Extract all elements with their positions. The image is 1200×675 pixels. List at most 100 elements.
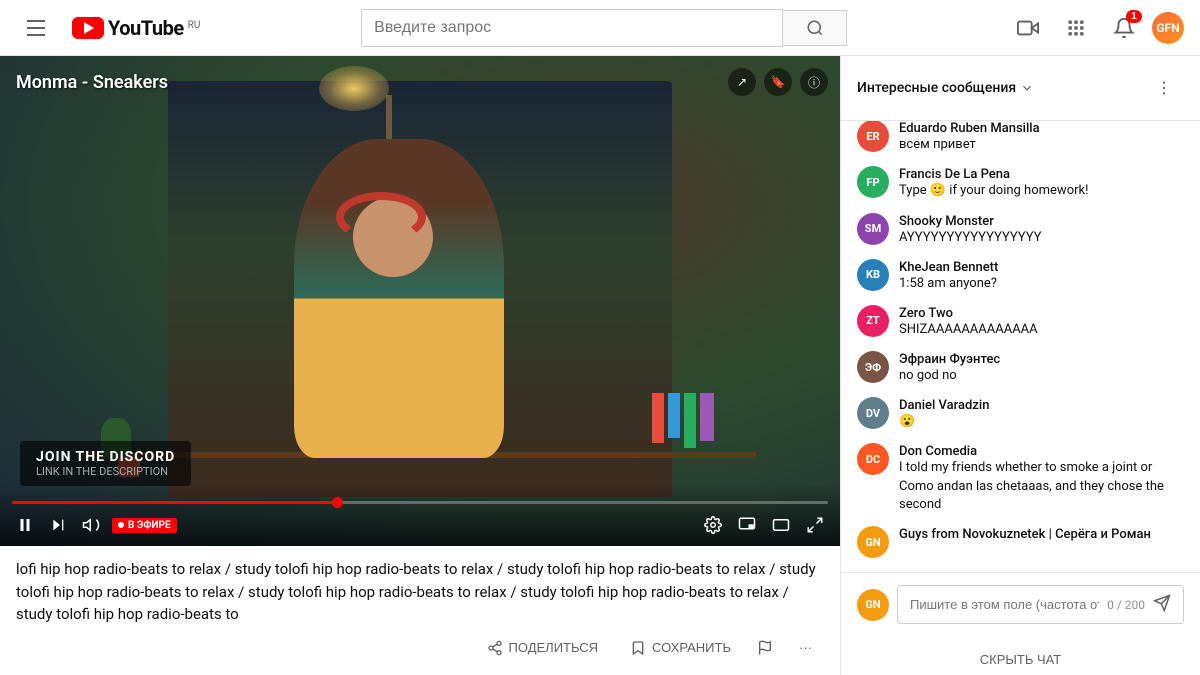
next-button[interactable] (46, 513, 70, 537)
search-icon (806, 19, 824, 37)
more-vertical-icon (1155, 79, 1173, 97)
settings-button[interactable] (700, 512, 726, 538)
flag-button[interactable] (751, 634, 779, 662)
youtube-country-code: RU (188, 20, 201, 31)
external-link-button[interactable]: ↗ (728, 68, 756, 96)
hamburger-icon (19, 12, 53, 44)
discord-banner: JOIN THE DISCORD LINK IN THE DESCRIPTION (20, 441, 191, 486)
discord-subtitle: LINK IN THE DESCRIPTION (36, 465, 175, 478)
share-icon (487, 640, 503, 656)
youtube-logo-text: YouTube (108, 16, 184, 40)
chat-text: SHIZAAAAAAAAAAAAA (899, 321, 1184, 339)
header-left: YouTube RU (16, 8, 200, 48)
chat-text: Type 🙂 if your doing homework! (899, 182, 1184, 200)
youtube-logo-icon (72, 17, 104, 39)
chat-message-content: Don Comedia I told my friends whether to… (899, 443, 1184, 514)
chat-username: Shooky Monster (899, 214, 994, 229)
chat-username: Guys from Novokuznetek | Серёга и Роман (899, 527, 1151, 542)
chat-message-content: Eduardo Ruben Mansilla всем привет (899, 121, 1184, 154)
send-button[interactable] (1153, 594, 1171, 615)
chat-messages-list: OF Oscar Fowles ... ER Eduardo Ruben Man… (841, 121, 1200, 572)
chat-avatar: ЭФ (857, 351, 889, 383)
save-icon (630, 640, 646, 656)
chat-avatar: GN (857, 526, 889, 558)
chat-input-area: GN 0 / 200 (841, 572, 1200, 644)
controls-row: В ЭФИРЕ (12, 512, 828, 538)
miniplayer-button[interactable] (734, 512, 760, 538)
more-actions-button[interactable]: ··· (787, 634, 824, 661)
chat-message-content: Shooky Monster AYYYYYYYYYYYYYYYYY (899, 213, 1184, 247)
volume-icon (82, 516, 100, 534)
main-layout: ↗ 🔖 ⓘ Monma - Sneakers JOIN THE DISCORD … (0, 56, 1200, 675)
skip-icon (50, 517, 66, 533)
search-area (361, 9, 847, 47)
fullscreen-button[interactable] (802, 512, 828, 538)
chat-text: I told my friends whether to smoke a joi… (899, 459, 1184, 514)
chat-input-box: 0 / 200 (897, 585, 1184, 624)
video-info: lofi hip hop radio-beats to relax / stud… (0, 546, 840, 674)
notification-badge: 1 (1126, 10, 1142, 23)
chat-text: 😮 (899, 413, 1184, 431)
header: YouTube RU (0, 0, 1200, 56)
chat-more-button[interactable] (1144, 68, 1184, 108)
char-count: 0 / 200 (1107, 598, 1145, 612)
apps-icon (1066, 18, 1086, 38)
save-label: СОХРАНИТЬ (652, 640, 731, 655)
share-button[interactable]: ПОДЕЛИТЬСЯ (475, 634, 610, 662)
chat-avatar: ZT (857, 305, 889, 337)
chevron-down-icon (1020, 81, 1034, 95)
notifications-button[interactable]: 1 (1104, 8, 1144, 48)
chat-input-wrapper: 0 / 200 (897, 585, 1184, 624)
chat-message-item: ZT Zero Two SHIZAAAAAAAAAAAAA (841, 299, 1200, 345)
chat-avatar: SM (857, 213, 889, 245)
chat-avatar: DC (857, 443, 889, 475)
chat-avatar: FP (857, 166, 889, 198)
search-input[interactable] (362, 10, 782, 46)
hide-chat-button[interactable]: СКРЫТЬ ЧАТ (980, 652, 1062, 667)
miniplayer-icon (738, 516, 756, 534)
chat-text: 1:58 am anyone? (899, 275, 1184, 293)
info-button[interactable]: ⓘ (800, 68, 828, 96)
chat-message-item: KB KheJean Bennett 1:58 am anyone? (841, 253, 1200, 299)
header-right: 1 GFN (1008, 8, 1184, 48)
chat-username: Francis De La Pena (899, 167, 1010, 182)
video-section: ↗ 🔖 ⓘ Monma - Sneakers JOIN THE DISCORD … (0, 56, 840, 675)
apps-button[interactable] (1056, 8, 1096, 48)
bookmark-button[interactable]: 🔖 (764, 68, 792, 96)
theater-mode-button[interactable] (768, 512, 794, 538)
live-indicator: В ЭФИРЕ (112, 517, 177, 533)
search-button[interactable] (783, 10, 847, 46)
more-label: ··· (799, 640, 812, 655)
video-camera-button[interactable] (1008, 8, 1048, 48)
chat-text: AYYYYYYYYYYYYYYYYY (899, 229, 1184, 247)
chat-message-item: FP Francis De La Pena Type 🙂 if your doi… (841, 160, 1200, 206)
chat-text: всем привет (899, 136, 1184, 154)
chat-section: Интересные сообщения OF Oscar Fowles ...… (840, 56, 1200, 675)
chat-footer: СКРЫТЬ ЧАТ (841, 644, 1200, 675)
chat-type-dropdown[interactable]: Интересные сообщения (857, 80, 1034, 96)
hamburger-menu-button[interactable] (16, 8, 56, 48)
video-player-container: ↗ 🔖 ⓘ Monma - Sneakers JOIN THE DISCORD … (0, 56, 840, 546)
chat-username: Zero Two (899, 306, 953, 321)
chat-message-item: DC Don Comedia I told my friends whether… (841, 437, 1200, 520)
user-avatar[interactable]: GFN (1152, 12, 1184, 44)
controls-left: В ЭФИРЕ (12, 512, 177, 538)
controls-right (700, 512, 828, 538)
chat-message-item: GN Guys from Novokuznetek | Серёга и Ром… (841, 520, 1200, 564)
video-camera-icon (1017, 17, 1039, 39)
chat-message-content: Эфраин Фуэнтес no god no (899, 351, 1184, 385)
chat-message-item: ЭФ Эфраин Фуэнтес no god no (841, 345, 1200, 391)
video-actions: ПОДЕЛИТЬСЯ СОХРАНИТЬ ··· (475, 634, 824, 662)
chat-avatar: DV (857, 397, 889, 429)
chat-message-content: KheJean Bennett 1:58 am anyone? (899, 259, 1184, 293)
play-pause-button[interactable] (12, 512, 38, 538)
progress-bar[interactable] (12, 501, 828, 504)
volume-button[interactable] (78, 512, 104, 538)
chat-message-content: Daniel Varadzin 😮 (899, 397, 1184, 431)
chat-header: Интересные сообщения (841, 56, 1200, 121)
chat-text-input[interactable] (910, 597, 1099, 612)
save-button[interactable]: СОХРАНИТЬ (618, 634, 743, 662)
youtube-logo[interactable]: YouTube RU (72, 16, 200, 40)
video-title: lofi hip hop radio-beats to relax / stud… (16, 558, 824, 626)
video-player[interactable]: ↗ 🔖 ⓘ Monma - Sneakers JOIN THE DISCORD … (0, 56, 840, 546)
